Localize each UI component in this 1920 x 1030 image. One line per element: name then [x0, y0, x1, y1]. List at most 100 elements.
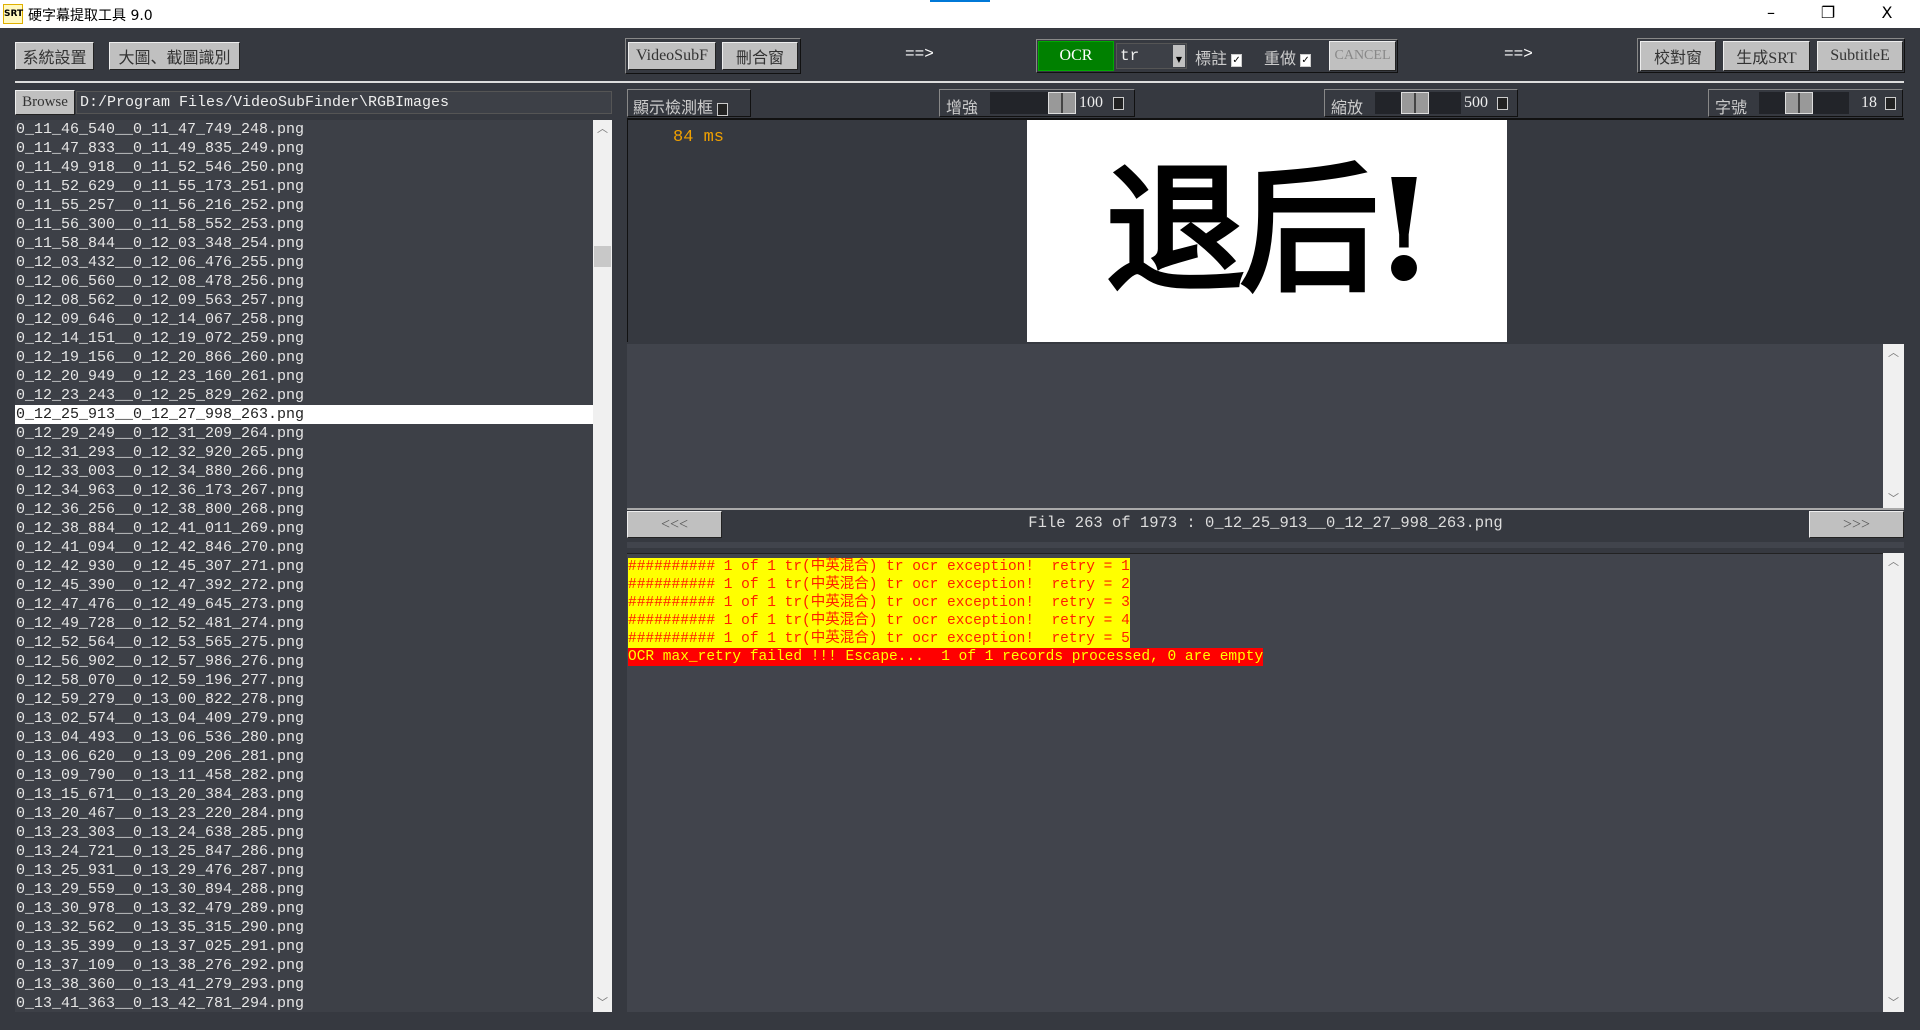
file-list-item[interactable]: 0_11_46_540__0_11_47_749_248.png	[15, 120, 593, 139]
file-list-item[interactable]: 0_11_49_918__0_11_52_546_250.png	[15, 158, 593, 177]
file-list-item[interactable]: 0_13_30_978__0_13_32_479_289.png	[15, 899, 593, 918]
enhance-slider[interactable]	[990, 92, 1076, 114]
file-list-item[interactable]: 0_12_41_094__0_12_42_846_270.png	[15, 538, 593, 557]
slider-thumb[interactable]	[1401, 92, 1429, 114]
file-list-item[interactable]: 0_13_25_931__0_13_29_476_287.png	[15, 861, 593, 880]
file-list-item[interactable]: 0_12_59_279__0_13_00_822_278.png	[15, 690, 593, 709]
file-list-item[interactable]: 0_12_06_560__0_12_08_478_256.png	[15, 272, 593, 291]
file-list-item[interactable]: 0_12_45_390__0_12_47_392_272.png	[15, 576, 593, 595]
file-list-item[interactable]: 0_13_20_467__0_13_23_220_284.png	[15, 804, 593, 823]
file-list-item[interactable]: 0_12_36_256__0_12_38_800_268.png	[15, 500, 593, 519]
annotate-label: 標註	[1195, 51, 1228, 68]
file-list-item[interactable]: 0_12_29_249__0_12_31_209_264.png	[15, 424, 593, 443]
check-icon[interactable]: ✓	[1231, 53, 1243, 67]
scroll-thumb[interactable]	[594, 246, 611, 267]
file-list-item[interactable]: 0_13_24_721__0_13_25_847_286.png	[15, 842, 593, 861]
slider-thumb[interactable]	[1048, 92, 1076, 114]
restore-button[interactable]: ❐	[1813, 3, 1843, 22]
file-list-item[interactable]: 0_13_41_363__0_13_42_781_294.png	[15, 994, 593, 1012]
log-line-warning: ########## 1 of 1 tr(中英混合) tr ocr except…	[628, 558, 1130, 576]
settings-button[interactable]: 系統設置	[15, 42, 94, 70]
file-list-item[interactable]: 0_13_06_620__0_13_09_206_281.png	[15, 747, 593, 766]
checkbox-icon[interactable]	[1113, 97, 1124, 110]
chevron-down-icon[interactable]: ﹀	[593, 994, 612, 1012]
file-list-item[interactable]: 0_13_09_790__0_13_11_458_282.png	[15, 766, 593, 785]
checkbox-icon[interactable]	[717, 102, 729, 116]
show-detect-checkbox[interactable]: 顯示檢測框	[627, 89, 751, 117]
next-button[interactable]: >>>	[1809, 511, 1904, 538]
file-list-item[interactable]: 0_12_03_432__0_12_06_476_255.png	[15, 253, 593, 272]
file-list-item[interactable]: 0_13_35_399__0_13_37_025_291.png	[15, 937, 593, 956]
ocr-button[interactable]: OCR	[1038, 41, 1114, 71]
file-list-item[interactable]: 0_12_08_562__0_12_09_563_257.png	[15, 291, 593, 310]
cancel-button[interactable]: CANCEL	[1329, 41, 1396, 71]
file-list-item[interactable]: 0_11_52_629__0_11_55_173_251.png	[15, 177, 593, 196]
redo-checkbox[interactable]: 重做 ✓	[1264, 45, 1312, 69]
show-detect-label: 顯示檢測框	[633, 100, 714, 117]
generate-srt-button[interactable]: 生成SRT	[1723, 41, 1810, 71]
path-input[interactable]: D:/Program Files/VideoSubFinder\RGBImage…	[76, 91, 612, 114]
big-image-ocr-button[interactable]: 大圖、截圖識別	[109, 42, 240, 70]
file-list-item[interactable]: 0_12_20_949__0_12_23_160_261.png	[15, 367, 593, 386]
file-list-item[interactable]: 0_11_55_257__0_11_56_216_252.png	[15, 196, 593, 215]
file-list-item[interactable]: 0_13_02_574__0_13_04_409_279.png	[15, 709, 593, 728]
file-list-item[interactable]: 0_12_49_728__0_12_52_481_274.png	[15, 614, 593, 633]
file-list-item[interactable]: 0_13_38_360__0_13_41_279_293.png	[15, 975, 593, 994]
file-list-item[interactable]: 0_11_56_300__0_11_58_552_253.png	[15, 215, 593, 234]
file-list-item[interactable]: 0_12_56_902__0_12_57_986_276.png	[15, 652, 593, 671]
close-button[interactable]: X	[1872, 3, 1902, 22]
file-list-item-selected[interactable]: 0_12_25_913__0_12_27_998_263.png	[15, 405, 593, 424]
proofread-button[interactable]: 校對窗	[1640, 41, 1716, 71]
font-size-slider[interactable]	[1759, 92, 1849, 114]
file-list-item[interactable]: 0_12_34_963__0_12_36_173_267.png	[15, 481, 593, 500]
file-list-scrollbar[interactable]: ︿ ﹀	[593, 120, 612, 1012]
file-list-item[interactable]: 0_11_58_844__0_12_03_348_254.png	[15, 234, 593, 253]
browse-button[interactable]: Browse	[15, 90, 75, 115]
file-list-item[interactable]: 0_13_04_493__0_13_06_536_280.png	[15, 728, 593, 747]
chevron-up-icon[interactable]: ︿	[593, 120, 612, 138]
subtitle-edit-button[interactable]: SubtitleE	[1817, 41, 1903, 71]
file-list-item[interactable]: 0_12_31_293__0_12_32_920_265.png	[15, 443, 593, 462]
chevron-down-icon[interactable]: ﹀	[1883, 994, 1904, 1012]
result-scrollbar[interactable]: ︿ ﹀	[1883, 344, 1904, 508]
check-icon[interactable]: ✓	[1300, 53, 1312, 67]
log-line-warning: ########## 1 of 1 tr(中英混合) tr ocr except…	[628, 630, 1130, 648]
chevron-up-icon[interactable]: ︿	[1883, 344, 1904, 362]
log-panel[interactable]: ########## 1 of 1 tr(中英混合) tr ocr except…	[627, 553, 1883, 1012]
file-list-item[interactable]: 0_13_29_559__0_13_30_894_288.png	[15, 880, 593, 899]
file-list-item[interactable]: 0_12_52_564__0_12_53_565_275.png	[15, 633, 593, 652]
checkbox-icon[interactable]	[1497, 97, 1508, 110]
prev-button[interactable]: <<<	[627, 511, 722, 538]
videosubf-button[interactable]: VideoSubF	[628, 42, 716, 70]
window-title: 硬字幕提取工具 9.0	[28, 8, 153, 24]
divider	[627, 508, 1904, 510]
file-list[interactable]: 0_11_46_540__0_11_47_749_248.png 0_11_47_…	[15, 120, 593, 1012]
minimize-button[interactable]: –	[1756, 3, 1786, 22]
flow-arrow: ==>	[905, 45, 934, 63]
merge-window-button[interactable]: 刪合窗	[722, 42, 798, 70]
file-list-item[interactable]: 0_13_37_109__0_13_38_276_292.png	[15, 956, 593, 975]
file-list-item[interactable]: 0_12_42_930__0_12_45_307_271.png	[15, 557, 593, 576]
file-list-item[interactable]: 0_12_19_156__0_12_20_866_260.png	[15, 348, 593, 367]
chevron-down-icon[interactable]: ﹀	[1883, 490, 1904, 508]
file-list-item[interactable]: 0_13_32_562__0_13_35_315_290.png	[15, 918, 593, 937]
file-list-item[interactable]: 0_13_15_671__0_13_20_384_283.png	[15, 785, 593, 804]
ocr-result-text[interactable]	[627, 344, 1883, 508]
chevron-up-icon[interactable]: ︿	[1883, 553, 1904, 571]
annotate-checkbox[interactable]: 標註 ✓	[1195, 45, 1243, 69]
file-list-item[interactable]: 0_12_23_243__0_12_25_829_262.png	[15, 386, 593, 405]
chevron-down-icon[interactable]: ▼	[1173, 45, 1185, 67]
file-list-item[interactable]: 0_12_47_476__0_12_49_645_273.png	[15, 595, 593, 614]
file-list-item[interactable]: 0_11_47_833__0_11_49_835_249.png	[15, 139, 593, 158]
file-list-item[interactable]: 0_12_38_884__0_12_41_011_269.png	[15, 519, 593, 538]
file-list-item[interactable]: 0_12_14_151__0_12_19_072_259.png	[15, 329, 593, 348]
file-list-item[interactable]: 0_12_09_646__0_12_14_067_258.png	[15, 310, 593, 329]
checkbox-icon[interactable]	[1885, 97, 1896, 110]
file-list-item[interactable]: 0_13_23_303__0_13_24_638_285.png	[15, 823, 593, 842]
engine-select[interactable]: tr ▼	[1116, 43, 1187, 69]
log-scrollbar[interactable]: ︿ ﹀	[1883, 553, 1904, 1012]
file-list-item[interactable]: 0_12_33_003__0_12_34_880_266.png	[15, 462, 593, 481]
zoom-slider[interactable]	[1375, 92, 1461, 114]
slider-thumb[interactable]	[1785, 92, 1813, 114]
file-list-item[interactable]: 0_12_58_070__0_12_59_196_277.png	[15, 671, 593, 690]
